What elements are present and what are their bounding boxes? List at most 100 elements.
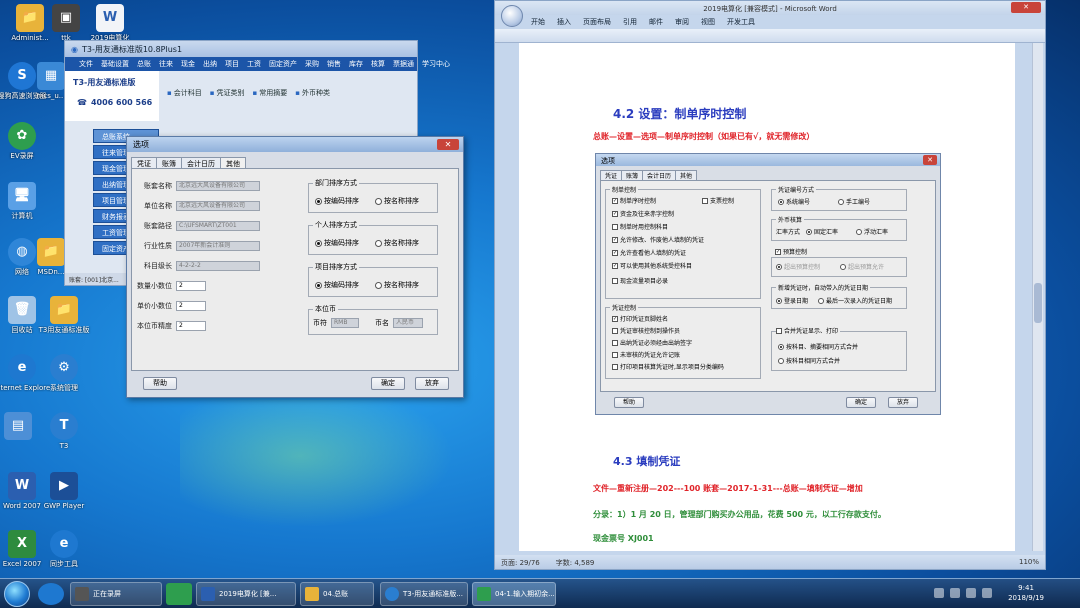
entry-text: 分录：1）1 月 20 日，管理部门购买办公用品，花费 500 元，以工行存款支… xyxy=(593,510,886,519)
desktop-icon-msdn[interactable]: 📁 MSDn... xyxy=(36,238,66,276)
menu-item[interactable]: 工资 xyxy=(243,59,265,69)
menu-item[interactable]: 票据通 xyxy=(389,59,418,69)
dialog-title-bar[interactable]: 选项 xyxy=(127,137,463,152)
nav-voucher-types[interactable]: 凭证类别 xyxy=(210,88,245,98)
ribbon-tab-developer[interactable]: 开发工具 xyxy=(727,17,755,27)
desktop-icon-sync-tool[interactable]: e 同步工具 xyxy=(36,530,92,568)
radio-icon xyxy=(778,357,784,364)
tray-icon[interactable] xyxy=(934,588,944,598)
options-dialog[interactable]: 选项 ✕ 凭证 账簿 会计日历 其他 账套名称 北京远大风设备有限公司 单位名称… xyxy=(126,136,464,398)
ribbon-tab-home[interactable]: 开始 xyxy=(531,17,545,27)
menu-item[interactable]: 往来 xyxy=(155,59,177,69)
currency-name-input[interactable]: 人民币 xyxy=(393,318,423,328)
task-t3[interactable]: T3-用友通标准版... xyxy=(380,582,468,606)
price-decimals-input[interactable]: 2 xyxy=(176,301,206,311)
word-icon xyxy=(201,587,215,601)
task-video[interactable]: 04-1.输入期初余... xyxy=(472,582,556,606)
globe-icon: ◍ xyxy=(8,238,36,266)
tray-icon[interactable] xyxy=(966,588,976,598)
unit-name-input[interactable]: 北京远大风设备有限公司 xyxy=(176,201,260,211)
check-item: 支票控制 xyxy=(702,196,734,205)
dept-sort-by-name[interactable]: 按名称排序 xyxy=(375,196,419,206)
nav-common-summaries[interactable]: 常用摘要 xyxy=(253,88,287,98)
menu-item[interactable]: 库存 xyxy=(345,59,367,69)
video-icon xyxy=(477,587,491,601)
ribbon-tab-layout[interactable]: 页面布局 xyxy=(583,17,611,27)
menu-item[interactable]: 销售 xyxy=(323,59,345,69)
currency-precision-input[interactable]: 2 xyxy=(176,321,206,331)
ribbon-tab-insert[interactable]: 插入 xyxy=(557,17,571,27)
start-button-icon[interactable] xyxy=(4,581,30,607)
cancel-button[interactable]: 放弃 xyxy=(415,377,449,390)
zoom-level[interactable]: 110% xyxy=(1019,558,1039,566)
clock[interactable]: 9:41 2018/9/19 xyxy=(1008,583,1044,603)
vertical-scrollbar[interactable] xyxy=(1032,43,1043,551)
nav-currencies[interactable]: 外币种类 xyxy=(295,88,330,98)
word-title-bar[interactable]: 2019电算化 [兼容模式] - Microsoft Word xyxy=(495,1,1045,15)
menu-item[interactable]: 出纳 xyxy=(199,59,221,69)
desktop-icon-t3[interactable]: T T3 xyxy=(36,412,92,450)
menu-item[interactable]: 基础设置 xyxy=(97,59,133,69)
help-button[interactable]: 帮助 xyxy=(143,377,177,390)
desktop-icon-mcs[interactable]: ▦ mcs_u... xyxy=(36,62,66,100)
qty-decimals-input[interactable]: 2 xyxy=(176,281,206,291)
voucher-print-group: 凭证控制 ✓ 打印凭证页脚姓名 凭证审核控制到操作员 出纳凭证必须经由出纳签字 未… xyxy=(605,303,761,379)
industry-input[interactable]: 2007年新会计准则 xyxy=(176,241,260,251)
desktop-icon-doc-2019[interactable]: W 2019电算化 xyxy=(82,4,138,42)
sogou-pinned-icon[interactable] xyxy=(38,583,64,605)
account-set-name-input[interactable]: 北京远大风设备有限公司 xyxy=(176,181,260,191)
close-icon: ✕ xyxy=(923,155,937,165)
menu-item[interactable]: 总账 xyxy=(133,59,155,69)
desktop-icon-blank[interactable]: ▤ xyxy=(0,412,42,442)
page-counter[interactable]: 页面: 29/76 xyxy=(501,558,540,567)
brand-name: T3-用友通标准版 xyxy=(73,78,136,87)
menu-item[interactable]: 项目 xyxy=(221,59,243,69)
foreign-currency-group: 外币核算 汇率方式 固定汇率 浮动汇率 xyxy=(771,215,907,241)
camera-icon xyxy=(75,587,89,601)
project-sort-by-code[interactable]: 按编码排序 xyxy=(315,280,359,290)
desktop-icon-t3-standard[interactable]: 📁 T3用友通标准版 xyxy=(36,296,92,334)
t3-menu-bar: 文件 基础设置 总账 往来 现金 出纳 项目 工资 固定资产 采购 销售 库存 … xyxy=(65,57,450,71)
account-path-input[interactable]: C:\UFSMART\ZT001 xyxy=(176,221,260,231)
desktop-icon-system-admin[interactable]: ⚙ 系统管理 xyxy=(36,354,92,392)
close-icon[interactable]: ✕ xyxy=(1011,2,1041,13)
t3-title-bar[interactable]: ◉ T3-用友通标准版10.8Plus1 xyxy=(65,41,417,57)
ev-recorder-icon[interactable] xyxy=(166,583,192,605)
person-sort-by-name[interactable]: 按名称排序 xyxy=(375,238,419,248)
ribbon-tab-review[interactable]: 审阅 xyxy=(675,17,689,27)
word-count[interactable]: 字数: 4,589 xyxy=(556,558,595,567)
ribbon-tab-mailings[interactable]: 邮件 xyxy=(649,17,663,27)
close-icon[interactable]: ✕ xyxy=(437,139,459,150)
document-page[interactable]: 4.2 设置：制单序时控制 总账—设置—选项—制单序时控制（如果已有√，就无需修… xyxy=(519,43,1015,551)
menu-item[interactable]: 现金 xyxy=(177,59,199,69)
task-word-doc[interactable]: 2019电算化 [兼... xyxy=(196,582,296,606)
checkbox-icon: ✓ xyxy=(612,315,618,322)
desktop-icon-computer[interactable]: 🖥 计算机 xyxy=(0,182,50,220)
player-icon: ▶ xyxy=(50,472,78,500)
ok-button[interactable]: 确定 xyxy=(371,377,405,390)
volume-icon[interactable] xyxy=(982,588,992,598)
task-recording[interactable]: 正在录屏 xyxy=(70,582,162,606)
menu-item[interactable]: 核算 xyxy=(367,59,389,69)
scroll-thumb[interactable] xyxy=(1034,283,1042,323)
ribbon-tab-view[interactable]: 视图 xyxy=(701,17,715,27)
ribbon-tab-references[interactable]: 引用 xyxy=(623,17,637,27)
taskbar: 正在录屏 2019电算化 [兼... 04.总账 T3-用友通标准版... 04… xyxy=(0,578,1080,608)
menu-item[interactable]: 采购 xyxy=(301,59,323,69)
desktop-icon-gwp-player[interactable]: ▶ GWP Player xyxy=(36,472,92,510)
task-folder[interactable]: 04.总账 xyxy=(300,582,374,606)
office-button-icon[interactable] xyxy=(501,5,523,27)
subject-levels-input[interactable]: 4-2-2-2 xyxy=(176,261,260,271)
menu-item[interactable]: 学习中心 xyxy=(418,59,454,69)
word-window[interactable]: 2019电算化 [兼容模式] - Microsoft Word ✕ 开始 插入 … xyxy=(494,0,1046,570)
person-sort-by-code[interactable]: 按编码排序 xyxy=(315,238,359,248)
dept-sort-by-code[interactable]: 按编码排序 xyxy=(315,196,359,206)
word-status-bar: 页面: 29/76 字数: 4,589 110% xyxy=(495,555,1045,569)
tray-icon[interactable] xyxy=(950,588,960,598)
project-sort-by-name[interactable]: 按名称排序 xyxy=(375,280,419,290)
desktop-icon-ev-recorder[interactable]: ✿ EV录屏 xyxy=(0,122,50,160)
menu-item[interactable]: 固定资产 xyxy=(265,59,301,69)
currency-code-input[interactable]: RMB xyxy=(331,318,359,328)
menu-item[interactable]: 文件 xyxy=(75,59,97,69)
nav-chart-of-accounts[interactable]: 会计科目 xyxy=(167,88,202,98)
